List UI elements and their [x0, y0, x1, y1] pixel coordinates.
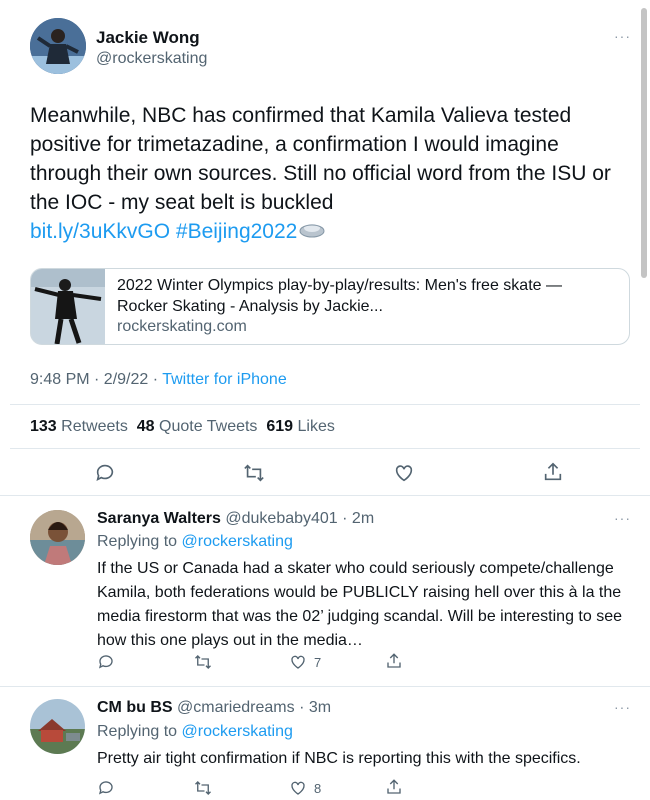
share-icon[interactable] [385, 652, 403, 675]
hashtag-link[interactable]: #Beijing2022 [176, 220, 297, 243]
more-icon[interactable]: ··· [614, 699, 631, 715]
more-icon[interactable]: ··· [614, 28, 631, 44]
reply-header: Saranya Walters @dukebaby401 · 2m [97, 510, 374, 528]
reply-icon[interactable] [94, 462, 116, 489]
reply-tweet[interactable]: CM bu BS @cmariedreams · 3m ··· Replying… [0, 687, 650, 800]
retweets-stat[interactable]: 133 Retweets [30, 418, 128, 435]
quotes-stat[interactable]: 48 Quote Tweets [137, 418, 258, 435]
divider [10, 404, 640, 405]
link-card[interactable]: 2022 Winter Olympics play-by-play/result… [30, 268, 630, 345]
share-icon[interactable] [542, 461, 564, 488]
reply-tweet[interactable]: Saranya Walters @dukebaby401 · 2m ··· Re… [0, 496, 650, 686]
tweet-body: Meanwhile, NBC has confirmed that Kamila… [30, 104, 611, 214]
mention-link[interactable]: @rockerskating [182, 723, 293, 740]
avatar[interactable] [30, 699, 85, 754]
author-handle[interactable]: @cmariedreams [177, 699, 295, 716]
retweet-icon[interactable] [193, 779, 213, 800]
retweet-icon[interactable] [242, 462, 266, 489]
reply-icon[interactable] [97, 653, 115, 676]
reply-header: CM bu BS @cmariedreams · 3m [97, 699, 331, 717]
replying-to: Replying to @rockerskating [97, 533, 293, 550]
timestamp[interactable]: · 2m [342, 510, 374, 527]
mention-link[interactable]: @rockerskating [182, 533, 293, 550]
like-icon[interactable] [289, 779, 307, 800]
replying-to: Replying to @rockerskating [97, 723, 293, 740]
olympic-emoji-icon [299, 218, 325, 247]
card-title[interactable]: 2022 Winter Olympics play-by-play/result… [117, 275, 617, 317]
avatar[interactable] [30, 18, 86, 74]
author-handle[interactable]: @dukebaby401 [225, 510, 337, 527]
author-name[interactable]: Saranya Walters [97, 510, 221, 527]
like-icon[interactable] [393, 462, 415, 489]
like-count: 7 [314, 655, 322, 670]
tweet-meta: 9:48 PM · 2/9/22 · Twitter for iPhone [30, 371, 287, 389]
reply-icon[interactable] [97, 779, 115, 800]
timestamp[interactable]: · 3m [299, 699, 331, 716]
timestamp[interactable]: 9:48 PM · 2/9/22 · [30, 371, 162, 388]
author-handle[interactable]: @rockerskating [96, 50, 207, 68]
avatar[interactable] [30, 510, 85, 565]
more-icon[interactable]: ··· [614, 510, 631, 526]
author-name[interactable]: Jackie Wong [96, 28, 200, 48]
likes-stat[interactable]: 619 Likes [266, 418, 335, 435]
share-icon[interactable] [385, 778, 403, 800]
card-thumbnail [31, 269, 105, 344]
reply-text: Pretty air tight confirmation if NBC is … [97, 750, 581, 767]
author-name[interactable]: CM bu BS [97, 699, 173, 716]
divider [10, 448, 640, 449]
reply-text: If the US or Canada had a skater who cou… [97, 560, 623, 649]
tweet-link[interactable]: bit.ly/3uKkvGO [30, 220, 170, 243]
tweet-stats: 133 Retweets 48 Quote Tweets 619 Likes [30, 418, 335, 436]
like-count: 8 [314, 781, 322, 796]
tweet-text: Meanwhile, NBC has confirmed that Kamila… [30, 101, 630, 247]
retweet-icon[interactable] [193, 653, 213, 676]
like-icon[interactable] [289, 653, 307, 676]
source-link[interactable]: Twitter for iPhone [162, 371, 287, 388]
card-domain: rockerskating.com [117, 318, 247, 335]
